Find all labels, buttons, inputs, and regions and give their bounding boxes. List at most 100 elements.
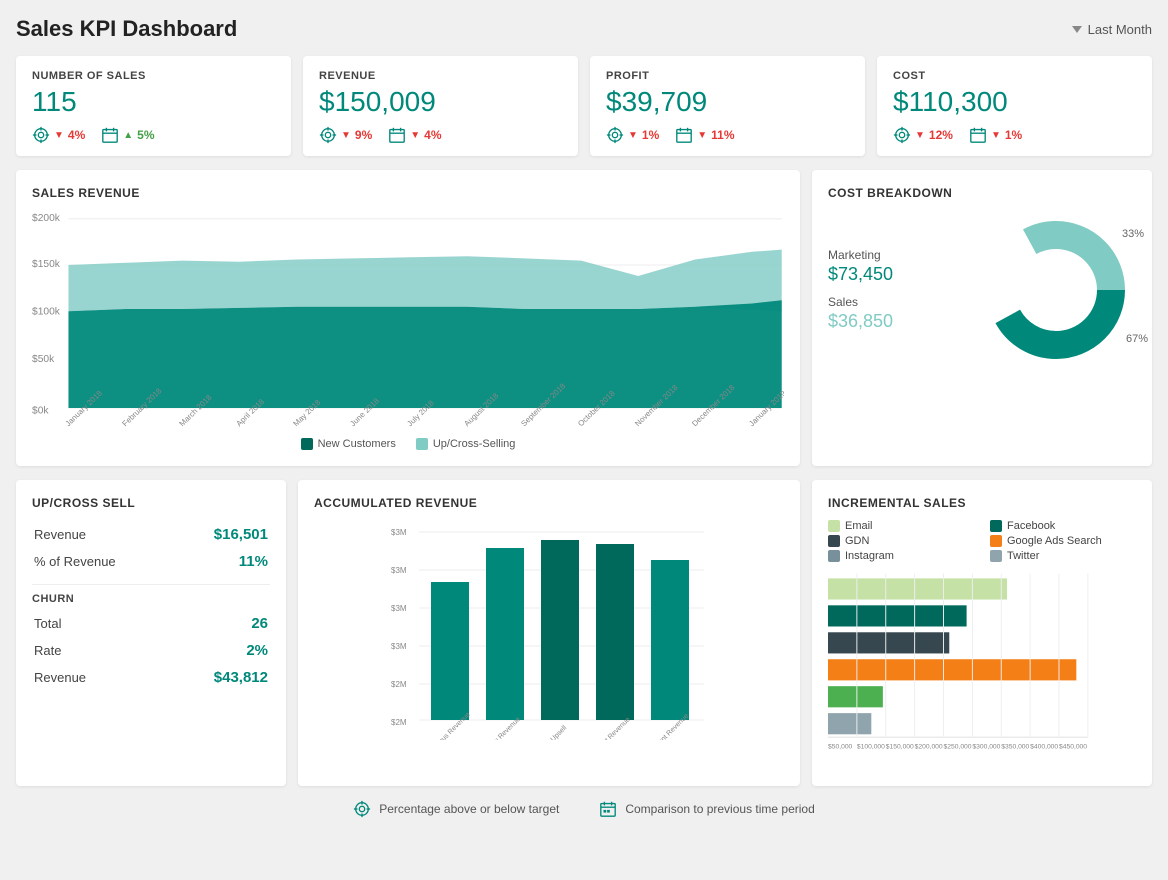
target-metric-icon <box>893 126 911 144</box>
arrow-down: ▼ <box>915 130 925 141</box>
calendar-metric-icon <box>969 126 987 144</box>
sales-label: Sales <box>828 295 893 309</box>
calendar-metric-icon <box>675 126 693 144</box>
svg-text:$150,000: $150,000 <box>886 744 914 751</box>
footer-target: Percentage above or below target <box>353 800 559 818</box>
page-title: Sales KPI Dashboard <box>16 16 237 42</box>
sales-revenue-svg: $200k $150k $100k $50k $0k January 2018 … <box>32 210 784 430</box>
calendar-icon <box>599 800 617 818</box>
svg-text:$100,000: $100,000 <box>857 744 885 751</box>
cost-breakdown-panel: COST BREAKDOWN Marketing $73,450 Sales $… <box>812 170 1152 466</box>
row-label: Total <box>34 611 148 636</box>
pct-67: 67% <box>1126 333 1148 345</box>
svg-text:$200,000: $200,000 <box>915 744 943 751</box>
kpi-label: NUMBER OF SALES <box>32 70 275 82</box>
inc-label: Email <box>845 520 873 532</box>
kpi-metric-0: ▼4% <box>32 126 85 144</box>
svg-text:$100k: $100k <box>32 307 61 318</box>
row-label: % of Revenue <box>34 549 173 574</box>
legend-label: Up/Cross-Selling <box>433 438 516 450</box>
filter-button[interactable]: Last Month <box>1072 22 1152 37</box>
inc-legend-item: GDN <box>828 535 974 547</box>
row-value: $43,812 <box>150 665 268 690</box>
legend-item: New Customers <box>301 438 396 450</box>
inc-svg: $50,000 $100,000 $150,000 $200,000 $250,… <box>828 570 1136 760</box>
target-metric-icon <box>606 126 624 144</box>
kpi-metric-1: ▼11% <box>675 126 734 144</box>
sales-revenue-chart: $200k $150k $100k $50k $0k January 2018 … <box>32 210 784 430</box>
inc-legend-item: Instagram <box>828 550 974 562</box>
svg-text:$3M: $3M <box>391 604 407 613</box>
arrow-down: ▼ <box>991 130 1001 141</box>
dropdown-icon <box>1072 26 1082 33</box>
kpi-metrics: ▼ 1% ▼11% <box>606 126 849 144</box>
metric-value: 1% <box>642 128 659 142</box>
legend-dot <box>301 438 313 450</box>
svg-text:$150k: $150k <box>32 259 61 270</box>
marketing-section: Marketing $73,450 <box>828 248 893 285</box>
row-label: Revenue <box>34 522 173 547</box>
arrow-down: ▼ <box>341 130 351 141</box>
svg-text:$3M: $3M <box>391 642 407 651</box>
upcross-table: Revenue$16,501% of Revenue11% <box>32 520 270 576</box>
kpi-metrics: ▼ 12% ▼ 1% <box>893 126 1136 144</box>
incremental-panel: INCREMENTAL SALES Email Facebook GDN Google… <box>812 480 1152 786</box>
kpi-metrics: ▼4%▲5% <box>32 126 275 144</box>
metric-value: 1% <box>1005 128 1022 142</box>
table-row: % of Revenue11% <box>34 549 268 574</box>
metric-value: 9% <box>355 128 372 142</box>
legend-item: Up/Cross-Selling <box>416 438 516 450</box>
inc-dot <box>990 550 1002 562</box>
arrow-down: ▼ <box>697 130 707 141</box>
inc-label: Google Ads Search <box>1007 535 1102 547</box>
row-label: Revenue <box>34 665 148 690</box>
arrow-down: ▼ <box>628 130 638 141</box>
svg-text:$3M: $3M <box>391 528 407 537</box>
churn-table: Total26Rate2%Revenue$43,812 <box>32 609 270 692</box>
kpi-label: COST <box>893 70 1136 82</box>
kpi-metric-0: ▼ 12% <box>893 126 953 144</box>
svg-text:$250,000: $250,000 <box>944 744 972 751</box>
legend-dot <box>416 438 428 450</box>
kpi-card-3: COST $110,300 ▼ 12% ▼ 1% <box>877 56 1152 156</box>
inc-dot <box>990 520 1002 532</box>
table-row: Total26 <box>34 611 268 636</box>
kpi-value: $110,300 <box>893 86 1136 118</box>
kpi-label: REVENUE <box>319 70 562 82</box>
pct-33: 33% <box>1122 228 1144 240</box>
main-row: SALES REVENUE $200k $150k $100k $50k $0k <box>16 170 1152 466</box>
filter-label: Last Month <box>1088 22 1152 37</box>
svg-text:$2M: $2M <box>391 680 407 689</box>
kpi-metric-1: ▼4% <box>388 126 441 144</box>
table-row: Rate2% <box>34 638 268 663</box>
svg-text:$450,000: $450,000 <box>1059 744 1087 751</box>
sales-revenue-panel: SALES REVENUE $200k $150k $100k $50k $0k <box>16 170 800 466</box>
table-row: Revenue$43,812 <box>34 665 268 690</box>
kpi-value: $150,009 <box>319 86 562 118</box>
svg-text:Upsell: Upsell <box>550 724 569 740</box>
divider <box>32 584 270 585</box>
kpi-row: NUMBER OF SALES 115 ▼4%▲5% REVENUE $150,… <box>16 56 1152 156</box>
svg-text:$0k: $0k <box>32 406 49 417</box>
arrow-down: ▼ <box>54 130 64 141</box>
target-metric-icon <box>32 126 50 144</box>
row-value: 2% <box>150 638 268 663</box>
accumulated-title: ACCUMULATED REVENUE <box>314 496 784 510</box>
row-value: 11% <box>175 549 268 574</box>
footer-calendar: Comparison to previous time period <box>599 800 814 818</box>
kpi-card-0: NUMBER OF SALES 115 ▼4%▲5% <box>16 56 291 156</box>
cost-breakdown-title: COST BREAKDOWN <box>828 186 1136 200</box>
kpi-card-1: REVENUE $150,009 ▼ 9% ▼4% <box>303 56 578 156</box>
marketing-value: $73,450 <box>828 264 893 285</box>
footer-target-text: Percentage above or below target <box>379 802 559 816</box>
row-value: 26 <box>150 611 268 636</box>
calendar-metric-icon <box>101 126 119 144</box>
svg-text:$350,000: $350,000 <box>1001 744 1029 751</box>
inc-label: Facebook <box>1007 520 1055 532</box>
churn-title: CHURN <box>32 593 270 605</box>
metric-value: 12% <box>929 128 953 142</box>
svg-text:$400,000: $400,000 <box>1030 744 1058 751</box>
incremental-title: INCREMENTAL SALES <box>828 496 1136 510</box>
kpi-value: $39,709 <box>606 86 849 118</box>
kpi-metric-0: ▼ 1% <box>606 126 659 144</box>
